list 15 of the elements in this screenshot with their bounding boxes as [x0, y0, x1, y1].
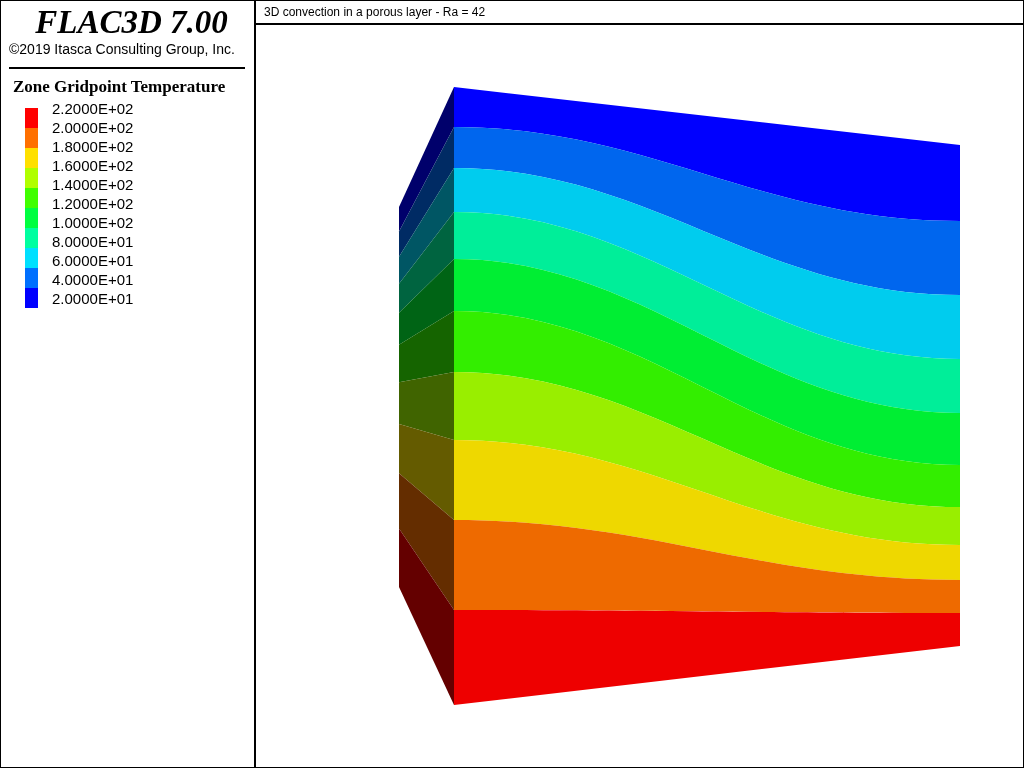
legend-value: 1.4000E+02 [52, 175, 134, 194]
legend-value: 2.2000E+02 [52, 99, 134, 118]
legend-value: 2.0000E+02 [52, 118, 134, 137]
legend-value: 2.0000E+01 [52, 289, 134, 308]
legend-value: 6.0000E+01 [52, 251, 134, 270]
app-title: FLAC3D 7.00 [35, 3, 228, 41]
legend-value: 4.0000E+01 [52, 270, 134, 289]
plot-title: 3D convection in a porous layer - Ra = 42 [256, 1, 1023, 25]
legend-value: 1.0000E+02 [52, 213, 134, 232]
legend-title: Zone Gridpoint Temperature [13, 77, 226, 97]
copyright-text: ©2019 Itasca Consulting Group, Inc. [9, 41, 235, 57]
legend-value: 1.8000E+02 [52, 137, 134, 156]
legend-value: 8.0000E+01 [52, 232, 134, 251]
legend-value: 1.2000E+02 [52, 194, 134, 213]
legend-value: 1.6000E+02 [52, 156, 134, 175]
